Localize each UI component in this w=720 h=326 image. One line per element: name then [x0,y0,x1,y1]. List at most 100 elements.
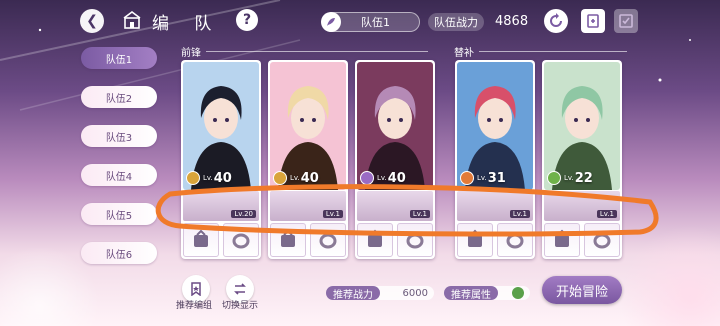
fire-element-icon [460,171,474,185]
ring-icon [506,233,524,249]
equipment-row [183,223,259,257]
back-arrow-icon: ❮ [86,13,98,29]
equipment-item-icon [281,229,295,247]
swap-arrows-icon [234,283,246,295]
equipment-slot-1[interactable] [544,223,580,257]
support-slot[interactable]: Lv.1 [357,191,433,221]
backup-section-label: 替补 [454,48,474,59]
question-icon: ? [242,12,252,28]
help-button[interactable]: ? [236,9,258,31]
level-value: 40 [387,170,406,186]
level-prefix: Lv. [377,174,387,182]
team-tab-6[interactable]: 队伍6 [81,242,157,264]
equipment-slot-2[interactable] [223,223,259,257]
team-selector-label: 队伍1 [361,16,390,29]
character-card[interactable]: Lv. 40 Lv.20 [181,60,261,259]
team-tab-2[interactable]: 队伍2 [81,86,157,108]
support-level: Lv.20 [231,210,256,218]
equipment-slot-2[interactable] [497,223,533,257]
level-badge: Lv. 40 [183,168,253,188]
equipment-item-icon [368,229,382,247]
recommend-power-label: 推荐战力 [326,286,380,301]
level-badge: Lv. 22 [544,168,614,188]
team-selector[interactable]: 队伍1 [321,12,420,32]
equipment-slot-1[interactable] [270,223,306,257]
equipment-item-icon [194,229,208,247]
ring-icon [406,233,424,249]
equipment-item-icon [468,229,482,247]
level-badge: Lv. 31 [457,168,527,188]
team-tab-3[interactable]: 队伍3 [81,125,157,147]
recommend-attribute-label: 推荐属性 [444,286,498,301]
start-adventure-button[interactable]: 开始冒险 [542,276,622,304]
leaf-element-icon [547,171,561,185]
refresh-icon [550,13,562,27]
level-badge: Lv. 40 [357,168,427,188]
checklist-icon [619,14,633,28]
character-card[interactable]: Lv. 22 Lv.1 [542,60,622,259]
castle-home-icon [123,11,141,29]
copy-icon [587,14,599,28]
home-button[interactable] [120,8,144,32]
recommend-attribute-box: 推荐属性 [444,286,530,301]
recommend-power-value: 6000 [402,287,428,299]
equipment-row [270,223,346,257]
character-card[interactable]: Lv. 40 Lv.1 [268,60,348,259]
ring-icon [232,233,250,249]
equipment-row [357,223,433,257]
recommend-power-box: 推荐战力 6000 [326,286,434,301]
team-power-value: 4868 [495,14,529,29]
team-tab-4[interactable]: 队伍4 [81,164,157,186]
level-prefix: Lv. [477,174,487,182]
copy-team-button[interactable] [581,9,605,33]
feather-icon [321,12,341,32]
front-section-label: 前锋 [181,48,201,59]
bookmark-star-icon [191,282,201,296]
equipment-slot-2[interactable] [310,223,346,257]
equipment-item-icon [555,229,569,247]
support-level: Lv.1 [509,210,530,218]
support-slot[interactable]: Lv.1 [457,191,533,221]
top-bar: ❮ 编 队 ? 队伍1 队伍战力 4868 [0,0,720,40]
level-badge: Lv. 40 [270,168,340,188]
equipment-slot-1[interactable] [457,223,493,257]
level-prefix: Lv. [290,174,300,182]
character-card[interactable]: Lv. 40 Lv.1 [355,60,435,259]
character-card[interactable]: Lv. 31 Lv.1 [455,60,535,259]
team-tab-1[interactable]: 队伍1 [81,47,157,69]
support-slot[interactable]: Lv.1 [270,191,346,221]
ring-icon [319,233,337,249]
switch-display-label: 切换显示 [222,301,259,311]
confirm-button[interactable] [614,9,638,33]
support-level: Lv.1 [322,210,343,218]
sun-element-icon [273,171,287,185]
support-slot[interactable]: Lv.1 [544,191,620,221]
recommend-team-label: 推荐编组 [176,301,213,311]
moon-element-icon [360,171,374,185]
level-prefix: Lv. [203,174,213,182]
equipment-row [457,223,533,257]
equipment-slot-1[interactable] [357,223,393,257]
level-value: 40 [213,170,232,186]
equipment-slot-1[interactable] [183,223,219,257]
level-value: 22 [574,170,593,186]
team-power-label: 队伍战力 [428,13,484,31]
equipment-slot-2[interactable] [397,223,433,257]
backup-section-divider [479,51,627,52]
sun-element-icon [186,171,200,185]
level-prefix: Lv. [564,174,574,182]
ring-icon [593,233,611,249]
page-title: 编 队 [152,14,222,34]
equipment-slot-2[interactable] [584,223,620,257]
level-value: 31 [487,170,506,186]
support-level: Lv.1 [409,210,430,218]
refresh-button[interactable] [544,9,568,33]
support-level: Lv.1 [596,210,617,218]
support-slot[interactable]: Lv.20 [183,191,259,221]
equipment-row [544,223,620,257]
clover-element-icon [512,287,524,299]
front-section-divider [206,51,428,52]
level-value: 40 [300,170,319,186]
back-button[interactable]: ❮ [80,9,104,33]
team-tab-5[interactable]: 队伍5 [81,203,157,225]
